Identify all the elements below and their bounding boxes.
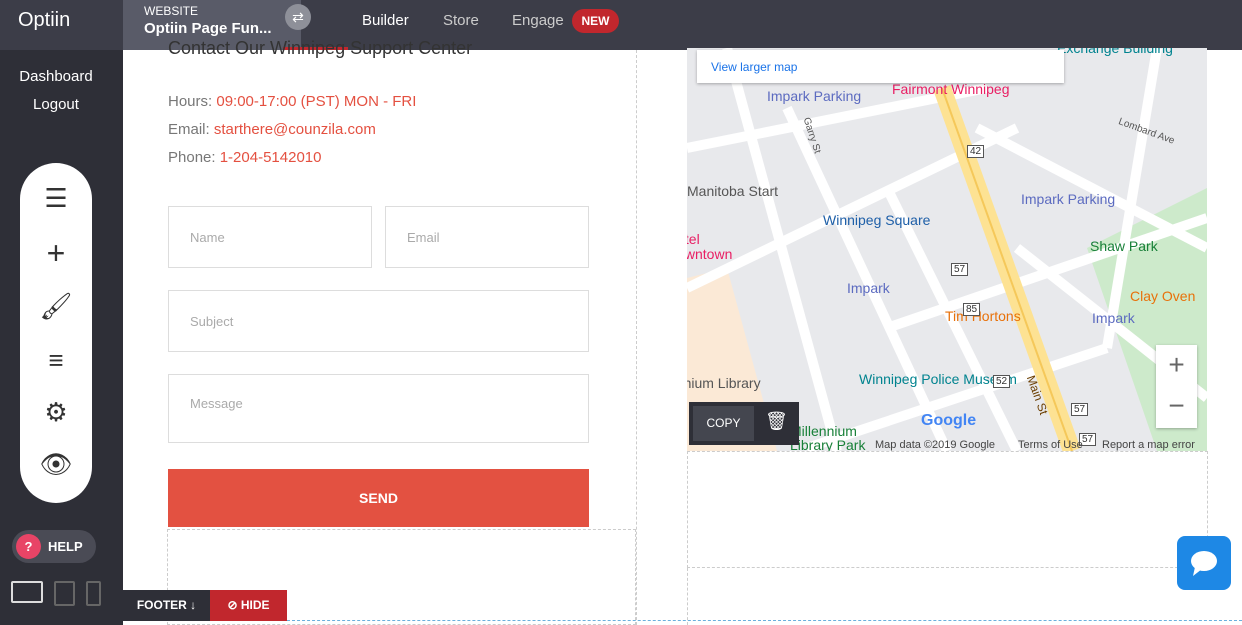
map-label: Impark bbox=[847, 280, 890, 296]
hours-value: 09:00-17:00 (PST) MON - FRI bbox=[216, 93, 417, 110]
map-label: Shaw Park bbox=[1090, 238, 1158, 254]
map-label: Exchange Building bbox=[1057, 48, 1173, 56]
hours-row: Hours: 09:00-17:00 (PST) MON - FRI bbox=[168, 93, 416, 110]
swap-icon[interactable]: ⇄ bbox=[285, 4, 311, 30]
email-value[interactable]: starthere@counzila.com bbox=[214, 121, 376, 138]
terms-link[interactable]: Terms of Use bbox=[1018, 439, 1083, 451]
question-icon: ? bbox=[16, 534, 41, 559]
phone-label: Phone: bbox=[168, 149, 216, 166]
map-label: Millennium Library bbox=[687, 375, 761, 391]
contact-title: Contact Our Winnipeg Support Center bbox=[168, 38, 473, 58]
route-shield: 52 bbox=[993, 375, 1011, 388]
phone-row: Phone: 1-204-5142010 bbox=[168, 149, 321, 166]
map-label: Impark bbox=[1092, 310, 1135, 326]
eye-slash-icon: ⊘ bbox=[227, 598, 241, 612]
website-label: WEBSITE bbox=[144, 4, 199, 18]
add-icon[interactable]: + bbox=[20, 235, 92, 272]
email-row: Email: starthere@counzila.com bbox=[168, 121, 376, 138]
empty-section bbox=[687, 451, 1208, 568]
map-label: Manitoba Start bbox=[687, 183, 779, 199]
phone-value[interactable]: 1-204-5142010 bbox=[220, 149, 322, 166]
email-label: Email: bbox=[168, 121, 210, 138]
hours-label: Hours: bbox=[168, 93, 213, 110]
map-info-box: View larger map bbox=[697, 50, 1064, 83]
view-larger-map-link[interactable]: View larger map bbox=[711, 60, 797, 74]
nav-engage[interactable]: Engage bbox=[512, 12, 564, 29]
brush-icon[interactable]: 🖌 bbox=[20, 291, 92, 322]
menu-icon[interactable]: ☰ bbox=[20, 183, 92, 214]
website-name: Optiin Page Fun... bbox=[144, 20, 272, 37]
hide-label: HIDE bbox=[240, 598, 270, 612]
gear-icon[interactable]: ⚙ bbox=[20, 397, 92, 428]
element-toolbar: COPY 🗑 bbox=[689, 402, 799, 445]
new-badge: NEW bbox=[572, 9, 619, 33]
filter-icon[interactable]: ≡ bbox=[20, 345, 92, 376]
column-divider bbox=[687, 568, 688, 625]
nav-builder[interactable]: Builder bbox=[362, 12, 409, 29]
subject-input[interactable]: Subject bbox=[168, 290, 589, 352]
report-link[interactable]: Report a map error bbox=[1102, 439, 1195, 451]
send-button[interactable]: SEND bbox=[168, 469, 589, 527]
copy-button[interactable]: COPY bbox=[693, 406, 754, 441]
footer-button[interactable]: FOOTER ↓ bbox=[123, 590, 210, 621]
map-label: Millennium Library Park bbox=[790, 423, 866, 451]
map-label: Fairmont Winnipeg bbox=[892, 81, 1010, 97]
zoom-out-button[interactable]: − bbox=[1156, 386, 1197, 427]
google-logo: Google bbox=[921, 412, 977, 429]
chat-button[interactable] bbox=[1177, 536, 1231, 590]
map-label: Hotel Downtown bbox=[687, 231, 733, 262]
logout-link[interactable]: Logout bbox=[0, 96, 112, 113]
help-button[interactable]: ? HELP bbox=[12, 530, 96, 563]
email-input[interactable]: Email bbox=[385, 206, 589, 268]
map-attribution: Map data ©2019 Google bbox=[875, 439, 996, 451]
route-shield: 57 bbox=[951, 263, 969, 276]
route-shield: 42 bbox=[967, 145, 985, 158]
eye-icon[interactable]: 👁 bbox=[20, 449, 92, 480]
column-divider bbox=[636, 50, 637, 625]
help-label: HELP bbox=[48, 539, 83, 554]
dashboard-link[interactable]: Dashboard bbox=[0, 68, 112, 85]
hide-button[interactable]: ⊘ HIDE bbox=[210, 590, 287, 621]
map-label: Clay Oven bbox=[1130, 288, 1196, 304]
zoom-in-button[interactable]: + bbox=[1156, 345, 1197, 386]
map-label: Impark Parking bbox=[1021, 191, 1116, 207]
map-label: Impark Parking bbox=[767, 88, 862, 104]
logo[interactable]: Optiin bbox=[18, 9, 70, 32]
chat-icon bbox=[1191, 551, 1217, 576]
mobile-icon[interactable] bbox=[86, 581, 101, 606]
nav-store[interactable]: Store bbox=[443, 12, 479, 29]
desktop-icon[interactable] bbox=[11, 581, 43, 603]
tablet-icon[interactable] bbox=[54, 581, 75, 606]
message-textarea[interactable]: Message bbox=[168, 374, 589, 443]
name-input[interactable]: Name bbox=[168, 206, 372, 268]
section-boundary bbox=[287, 620, 1242, 621]
map-zoom-control: + − bbox=[1156, 345, 1197, 428]
map-label: Winnipeg Square bbox=[823, 212, 931, 228]
route-shield: 85 bbox=[963, 303, 981, 316]
tool-panel: ☰ + 🖌 ≡ ⚙ 👁 bbox=[20, 163, 92, 503]
route-shield: 57 bbox=[1071, 403, 1089, 416]
google-map[interactable]: Impark Parking Fairmont Winnipeg Manitob… bbox=[687, 48, 1207, 451]
map-label: Tim Hortons bbox=[945, 308, 1021, 324]
trash-icon[interactable]: 🗑 bbox=[765, 411, 788, 432]
